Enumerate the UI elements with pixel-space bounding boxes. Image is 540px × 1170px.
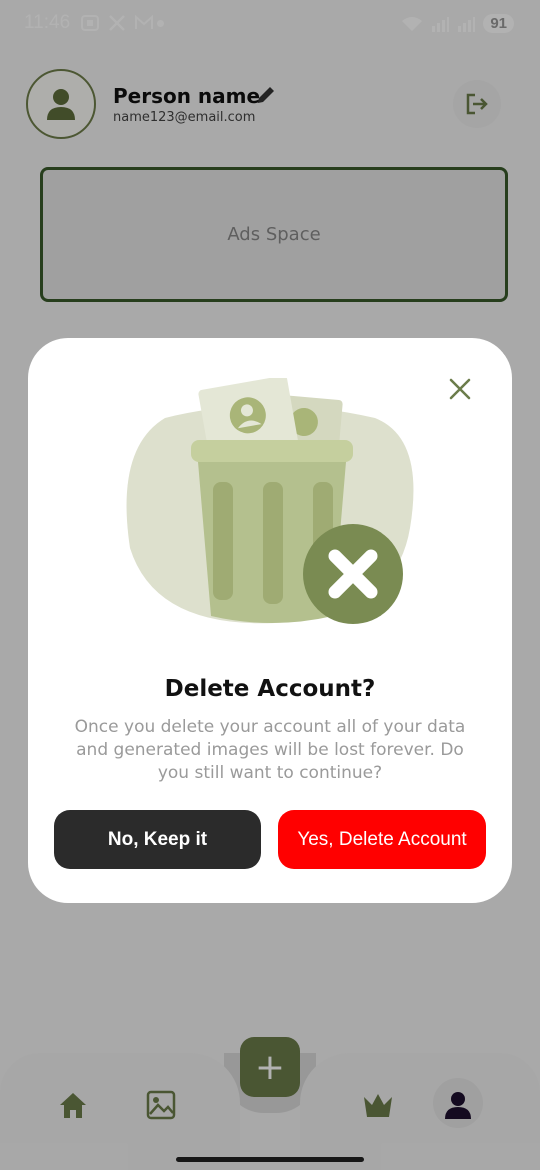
dialog-message: Once you delete your account all of your… (74, 717, 466, 783)
trash-illustration (125, 375, 415, 632)
dialog-title: Delete Account? (164, 676, 376, 702)
keep-account-button[interactable]: No, Keep it (54, 810, 261, 869)
close-icon[interactable] (448, 377, 472, 405)
delete-account-button[interactable]: Yes, Delete Account (278, 810, 486, 869)
